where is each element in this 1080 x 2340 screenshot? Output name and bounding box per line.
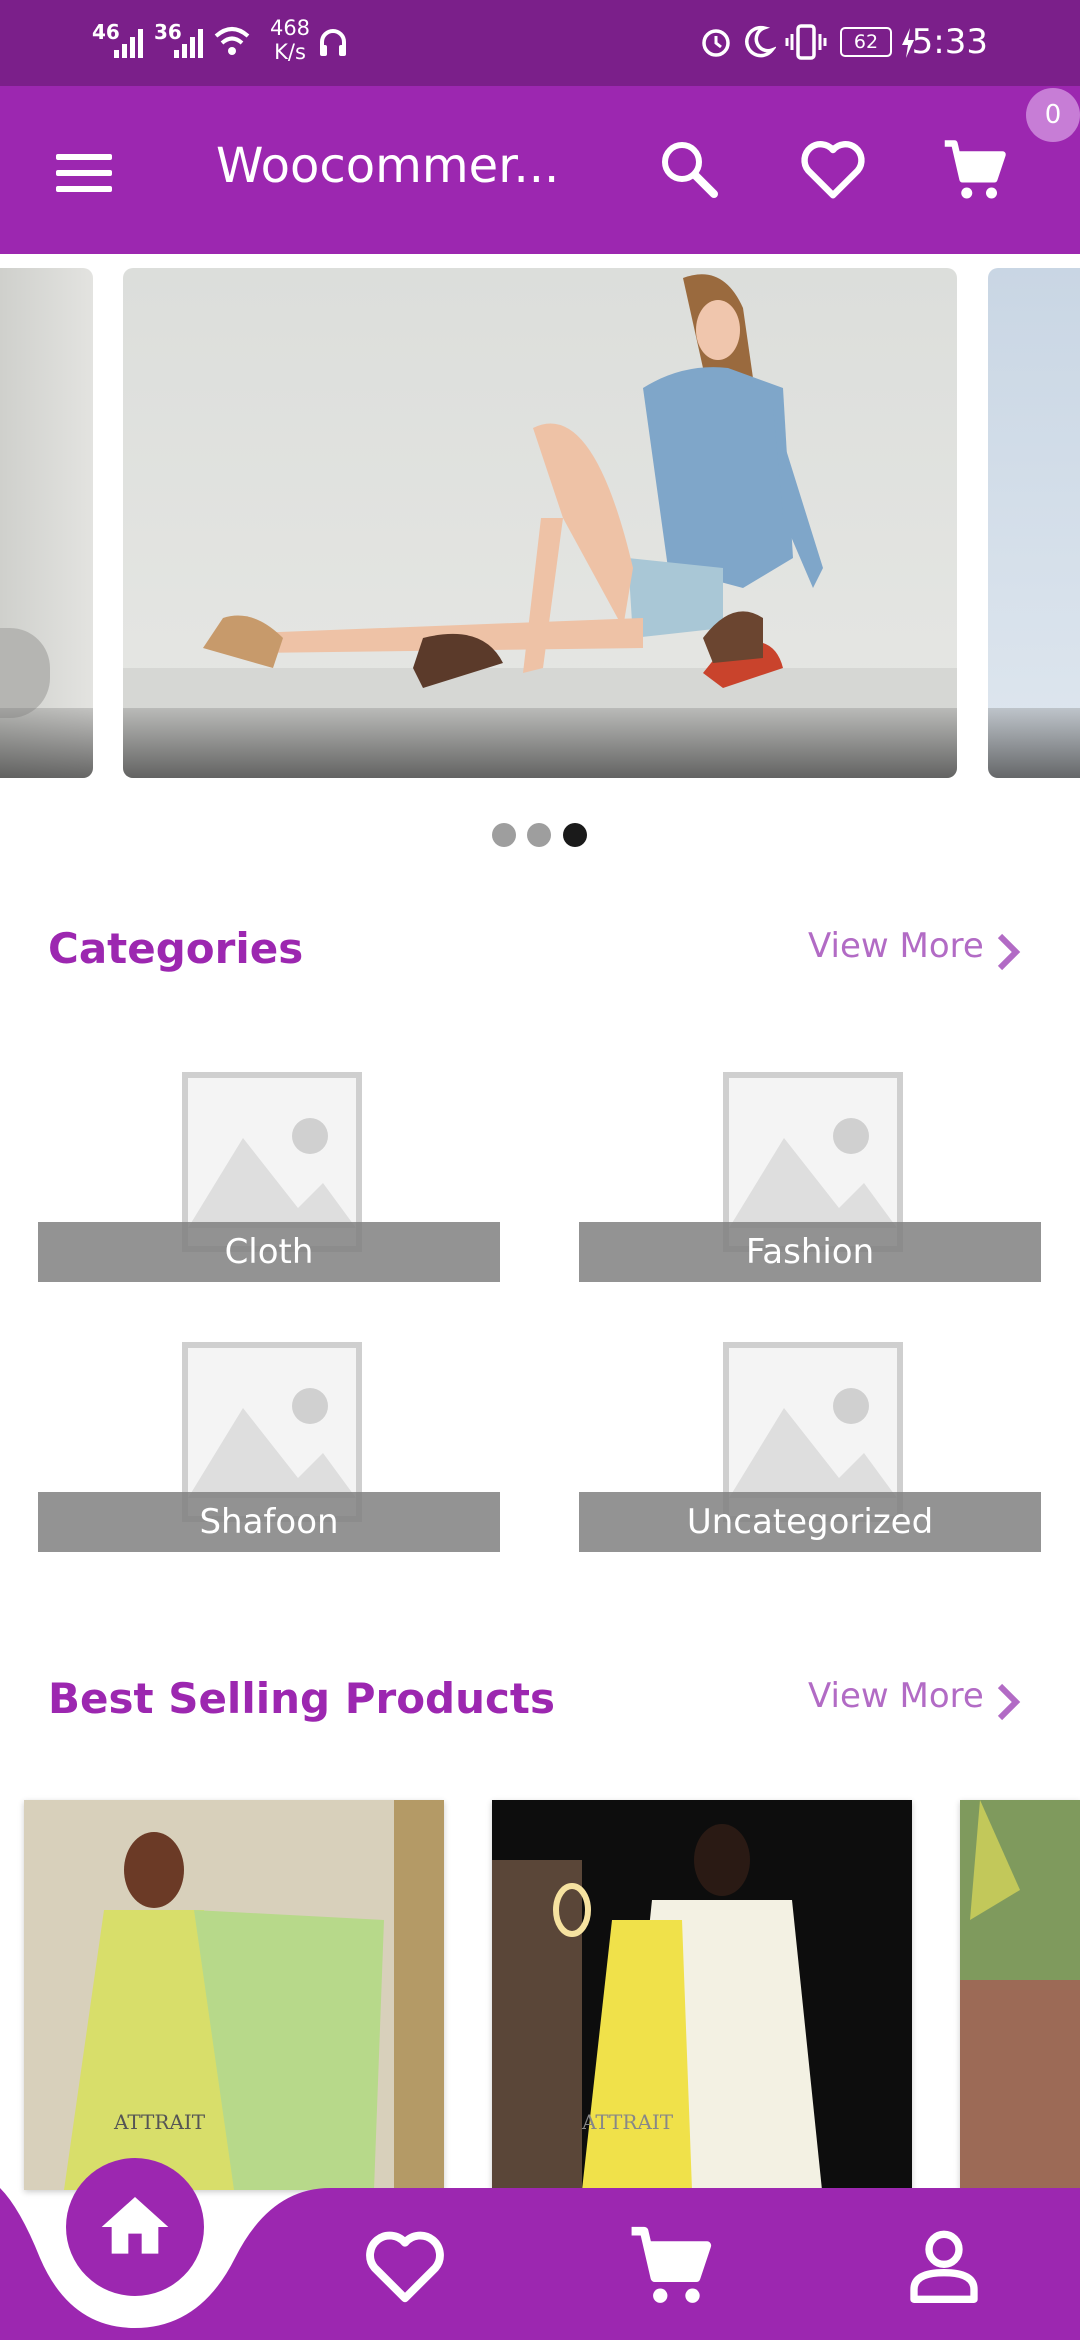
battery-indicator: 62 [840,27,892,57]
headset-icon [320,29,346,56]
wifi-icon [214,27,250,55]
home-icon [101,2197,169,2254]
product-image [492,1800,912,2190]
status-bar: 46 36 468 K/s 62 5:33 [0,0,1080,86]
product-image [24,1800,444,2190]
search-icon[interactable] [656,136,722,202]
category-tile-fashion[interactable]: Fashion [579,1072,1041,1282]
app-bar: Woocommer... [0,86,1080,254]
image-placeholder [188,1118,356,1228]
nav-account-icon[interactable] [904,2224,984,2308]
clock: 5:33 [911,22,988,62]
best-selling-view-more[interactable]: View More [808,1676,1028,1730]
signal-icon [114,29,143,58]
slide-shade [988,708,1080,778]
carousel-slide-prev[interactable] [0,268,93,778]
menu-icon-line [56,186,112,192]
view-more-label: View More [808,1676,984,1716]
product-image [960,1800,1080,2190]
carousel-slide-next[interactable] [988,268,1080,778]
chevron-right-icon [997,1683,1021,1721]
net-speed-value: 468 [269,16,311,40]
moon-icon [745,25,776,58]
chevron-right-icon [997,933,1021,971]
category-label: Cloth [38,1222,500,1282]
alarm-icon [702,29,730,57]
banner-image [123,274,957,778]
category-label: Shafoon [38,1492,500,1552]
category-tile-shafoon[interactable]: Shafoon [38,1342,500,1552]
image-placeholder [729,1388,897,1498]
cart-icon[interactable] [940,138,1010,204]
category-label: Fashion [579,1222,1041,1282]
best-selling-title: Best Selling Products [48,1674,555,1723]
image-placeholder [729,1118,897,1228]
menu-icon-line [56,170,112,176]
carousel-dot-1[interactable] [492,823,516,847]
net-speed: 468 K/s [260,16,320,64]
product-card-1[interactable]: ATTRAIT [24,1800,444,2190]
nav-home-button[interactable] [66,2158,204,2296]
carousel-dot-3-active[interactable] [563,823,587,847]
view-more-label: View More [808,926,984,966]
nav-wishlist-icon[interactable] [362,2226,448,2306]
menu-icon [56,154,112,160]
carousel-slide-active[interactable] [123,268,957,778]
product-card-3[interactable] [960,1800,1080,2190]
product-caption: ATTRAIT [582,2110,674,2134]
wishlist-icon[interactable] [798,136,868,202]
nav-cart-icon[interactable] [628,2224,714,2310]
menu-button[interactable] [40,126,130,216]
product-caption: ATTRAIT [114,2110,206,2134]
slide-shade [123,708,957,778]
slide-shade [0,708,93,778]
category-label: Uncategorized [579,1492,1041,1552]
app-title: Woocommer... [216,138,556,194]
signal-icon-2 [174,29,203,58]
net-speed-unit: K/s [274,40,306,64]
categories-title: Categories [48,924,304,973]
category-tile-uncategorized[interactable]: Uncategorized [579,1342,1041,1552]
vibrate-icon [785,24,827,60]
cart-badge: 0 [1026,88,1080,142]
slide-prev-object [0,628,50,718]
carousel-dot-2[interactable] [527,823,551,847]
image-placeholder [188,1388,356,1498]
product-card-2[interactable]: ATTRAIT [492,1800,912,2190]
categories-view-more[interactable]: View More [808,926,1028,980]
category-tile-cloth[interactable]: Cloth [38,1072,500,1282]
